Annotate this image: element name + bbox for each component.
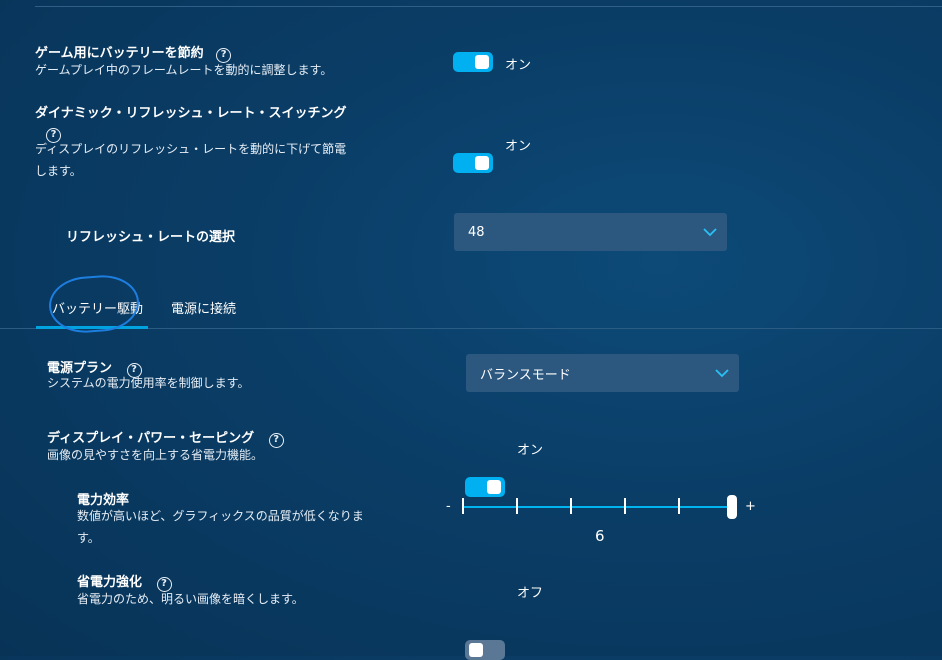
display-power-state: オン (517, 443, 544, 458)
slider-tick (462, 498, 464, 514)
refresh-select-label: リフレッシュ・レートの選択 (66, 230, 236, 245)
dynamic-refresh-description-2: します。 (35, 164, 82, 178)
dynamic-refresh-description-1: ディスプレイのリフレッシュ・レートを動的に下げて節電 (35, 142, 347, 156)
power-efficiency-value: 6 (595, 527, 605, 545)
tab-battery[interactable]: バッテリー駆動 (52, 298, 143, 317)
toggle-knob (487, 480, 501, 494)
power-boost-toggle[interactable] (465, 640, 505, 660)
toggle-knob (475, 55, 489, 69)
power-efficiency-description-2: す。 (77, 531, 100, 545)
game-battery-description: ゲームプレイ中のフレームレートを動的に調整します。 (35, 63, 333, 77)
toggle-knob (475, 156, 489, 170)
power-efficiency-description-1: 数値が高いほど、グラフィックスの品質が低くなりま (77, 509, 364, 523)
help-icon[interactable]: ? (268, 432, 284, 448)
tab-plugged-in[interactable]: 電源に接続 (171, 298, 236, 317)
game-battery-state: オン (505, 58, 532, 73)
slider-tick (570, 498, 572, 514)
chevron-down-icon (715, 369, 729, 378)
power-boost-title: 省電力強化 (77, 575, 143, 590)
power-efficiency-slider-track[interactable] (463, 506, 733, 508)
power-plan-dropdown[interactable]: バランスモード (466, 354, 739, 392)
toggle-knob (469, 643, 483, 657)
slider-min-label: - (446, 499, 451, 514)
active-tab-indicator (36, 326, 148, 329)
refresh-rate-dropdown[interactable]: 48 (454, 213, 727, 251)
slider-tick (516, 498, 518, 514)
dynamic-refresh-title: ダイナミック・リフレッシュ・レート・スイッチング (35, 106, 347, 121)
power-boost-state: オフ (517, 586, 544, 601)
slider-tick (678, 498, 680, 514)
chevron-down-icon (703, 228, 717, 237)
game-battery-toggle[interactable] (453, 52, 493, 72)
slider-max-label: + (745, 499, 756, 514)
game-battery-title: ゲーム用にバッテリーを節約 (35, 46, 204, 61)
power-efficiency-slider-thumb[interactable] (727, 495, 737, 519)
top-divider (35, 6, 942, 7)
display-power-toggle[interactable] (465, 477, 505, 497)
refresh-rate-value: 48 (468, 224, 485, 240)
display-power-description: 画像の見やすさを向上する省電力機能。 (47, 448, 264, 462)
display-power-title: ディスプレイ・パワー・セーピング (47, 431, 255, 446)
slider-tick (624, 498, 626, 514)
dynamic-refresh-toggle[interactable] (453, 153, 493, 173)
power-plan-description: システムの電力使用率を制御します。 (47, 376, 250, 390)
power-boost-description: 省電力のため、明るい画像を暗くします。 (77, 592, 304, 606)
power-plan-value: バランスモード (480, 367, 571, 383)
dynamic-refresh-state: オン (505, 139, 532, 154)
